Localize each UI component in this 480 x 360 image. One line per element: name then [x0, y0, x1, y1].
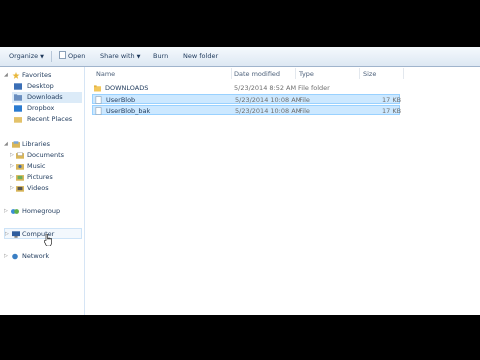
- homegroup-icon: [11, 209, 19, 214]
- nav-homegroup[interactable]: ▷ Homegroup: [4, 206, 82, 217]
- nav-dropbox[interactable]: Dropbox: [12, 103, 82, 114]
- burn-label: Burn: [153, 52, 169, 60]
- hand-cursor-icon: [44, 234, 52, 246]
- nav-computer[interactable]: ▷ Computer: [4, 228, 82, 239]
- file-size: 17 KB: [382, 96, 402, 104]
- nav-music-label: Music: [27, 162, 46, 170]
- downloads-folder-icon: [14, 94, 22, 101]
- file-name: DOWNLOADS: [105, 84, 149, 92]
- nav-documents[interactable]: ▷ Documents: [10, 150, 82, 161]
- nav-desktop-label: Desktop: [27, 82, 54, 90]
- navigation-pane: ◢ Favorites Desktop Downloads Dropbox Re…: [0, 67, 85, 315]
- column-size-label: Size: [363, 70, 377, 78]
- file-size: 17 KB: [382, 107, 402, 115]
- file-row[interactable]: UserBlob_bak 5/23/2014 10:08 AM File 17 …: [92, 105, 402, 115]
- expand-arrow-icon: ▷: [10, 152, 14, 158]
- file-date: 5/23/2014 10:08 AM: [235, 96, 302, 104]
- command-bar: Organize ▼ Open Share with ▼ Burn New fold…: [0, 47, 480, 67]
- nav-music[interactable]: ▷ Music: [10, 161, 82, 172]
- folder-icon: [94, 85, 101, 92]
- column-divider[interactable]: [295, 68, 296, 79]
- column-type-label: Type: [299, 70, 314, 78]
- nav-network-label: Network: [22, 252, 50, 260]
- share-with-button[interactable]: Share with ▼: [100, 51, 140, 62]
- column-divider[interactable]: [359, 68, 360, 79]
- nav-documents-label: Documents: [27, 151, 65, 159]
- pictures-icon: [16, 175, 24, 181]
- libraries-icon: [12, 141, 20, 148]
- nav-network[interactable]: ▷ Network: [4, 251, 82, 262]
- expand-arrow-icon: ◢: [4, 141, 8, 147]
- column-divider[interactable]: [403, 68, 404, 79]
- organize-label: Organize: [9, 52, 39, 60]
- nav-downloads[interactable]: Downloads: [12, 92, 82, 103]
- file-date: 5/23/2014 10:08 AM: [235, 107, 302, 115]
- column-name-label: Name: [96, 70, 116, 78]
- new-folder-button[interactable]: New folder: [183, 51, 218, 62]
- file-date: 5/23/2014 8:52 AM: [234, 84, 297, 92]
- nav-favorites[interactable]: ◢ Favorites: [4, 70, 82, 81]
- nav-recent-places[interactable]: Recent Places: [12, 114, 82, 125]
- nav-videos[interactable]: ▷ Videos: [10, 183, 82, 194]
- file-icon: [95, 107, 102, 115]
- nav-favorites-label: Favorites: [22, 71, 52, 79]
- column-header-name[interactable]: Name: [96, 69, 115, 79]
- file-type: File: [299, 107, 310, 115]
- nav-recent-places-label: Recent Places: [27, 115, 73, 123]
- open-file-icon: [59, 51, 66, 59]
- nav-videos-label: Videos: [27, 184, 49, 192]
- expand-arrow-icon: ▷: [10, 185, 14, 191]
- open-button[interactable]: Open: [59, 51, 85, 62]
- expand-arrow-icon: ▷: [10, 174, 14, 180]
- file-list: Name Date modified Type Size DOWNLOADS 5…: [85, 67, 480, 315]
- nav-libraries[interactable]: ◢ Libraries: [4, 139, 82, 150]
- open-label: Open: [68, 52, 86, 60]
- file-name: UserBlob_bak: [106, 107, 151, 115]
- dropbox-icon: [14, 105, 22, 112]
- nav-downloads-label: Downloads: [27, 93, 63, 101]
- chevron-down-icon: ▼: [40, 54, 44, 60]
- file-row[interactable]: DOWNLOADS 5/23/2014 8:52 AM File folder: [92, 83, 400, 93]
- file-type: File folder: [298, 84, 330, 92]
- column-header-size[interactable]: Size: [363, 69, 376, 79]
- nav-homegroup-label: Homegroup: [22, 207, 61, 215]
- videos-icon: [16, 186, 24, 192]
- file-icon: [95, 96, 102, 104]
- music-icon: [16, 164, 24, 170]
- nav-pictures-label: Pictures: [27, 173, 53, 181]
- expand-arrow-icon: ◢: [4, 72, 8, 78]
- file-name: UserBlob: [106, 96, 136, 104]
- expand-arrow-icon: ▷: [4, 208, 8, 214]
- toolbar-divider: [51, 51, 52, 62]
- desktop-icon: [14, 83, 22, 90]
- nav-desktop[interactable]: Desktop: [12, 81, 82, 92]
- nav-pictures[interactable]: ▷ Pictures: [10, 172, 82, 183]
- star-icon: [12, 72, 20, 79]
- column-header-date-modified[interactable]: Date modified: [234, 69, 280, 79]
- nav-libraries-label: Libraries: [22, 140, 51, 148]
- expand-arrow-icon: ▷: [4, 253, 8, 259]
- expand-arrow-icon: ▷: [5, 231, 9, 237]
- documents-icon: [16, 152, 24, 159]
- nav-dropbox-label: Dropbox: [27, 104, 55, 112]
- column-date-label: Date modified: [234, 70, 281, 78]
- file-row[interactable]: UserBlob 5/23/2014 10:08 AM File 17 KB: [92, 94, 402, 104]
- chevron-down-icon: ▼: [136, 54, 141, 60]
- column-header-type[interactable]: Type: [299, 69, 314, 79]
- burn-button[interactable]: Burn: [153, 51, 168, 62]
- recent-places-icon: [14, 117, 22, 123]
- organize-button[interactable]: Organize ▼: [9, 51, 44, 62]
- expand-arrow-icon: ▷: [10, 163, 14, 169]
- computer-icon: [12, 231, 20, 238]
- new-folder-label: New folder: [183, 52, 219, 60]
- file-type: File: [299, 96, 310, 104]
- network-icon: [12, 253, 18, 260]
- column-divider[interactable]: [231, 68, 232, 79]
- explorer-window: Organize ▼ Open Share with ▼ Burn New fold…: [0, 47, 480, 315]
- share-with-label: Share with: [100, 52, 135, 60]
